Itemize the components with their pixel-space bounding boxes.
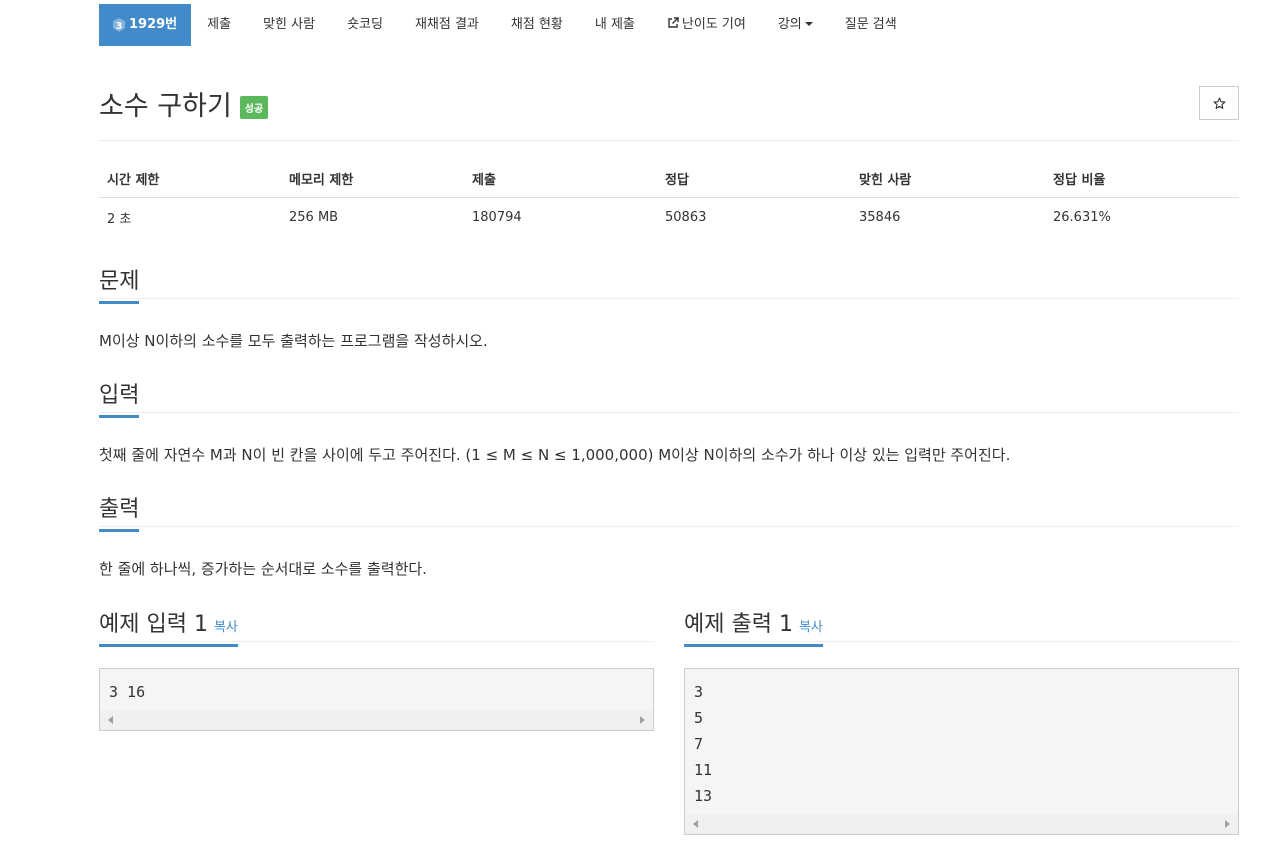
input-heading: 입력 [99, 377, 140, 418]
value-accepted: 50863 [665, 210, 707, 225]
nav-lectures-dropdown[interactable]: 강의 [762, 4, 829, 46]
nav-my-submissions[interactable]: 내 제출 [579, 4, 651, 46]
sample-output-box[interactable]: 3 5 7 11 13 [684, 668, 1239, 835]
problem-page: 3 1929번 제출 맞힌 사람 숏코딩 재채점 결과 채점 현황 내 제출 난… [0, 0, 1262, 847]
nav-short-coding[interactable]: 숏코딩 [331, 4, 399, 46]
sample-output-scrollbar[interactable] [685, 814, 1238, 834]
nav-problem-id-label: 1929번 [129, 17, 178, 32]
sample-output-header: 예제 출력 1 복사 [684, 606, 1239, 647]
header-time-limit: 시간 제한 [99, 160, 281, 198]
scroll-left-icon[interactable] [108, 716, 113, 724]
nav-solved-users[interactable]: 맞힌 사람 [247, 4, 331, 46]
header-submissions: 제출 [464, 160, 657, 198]
favorite-star-button[interactable] [1199, 86, 1239, 120]
output-section-header: 출력 [99, 491, 1239, 532]
sample-output-heading: 예제 출력 1 복사 [684, 606, 823, 647]
star-icon [1213, 97, 1225, 109]
sample-output-content: 3 5 7 11 13 [694, 683, 713, 805]
nav-submit[interactable]: 제출 [191, 4, 247, 46]
value-submissions: 180794 [472, 210, 522, 225]
info-header-row: 시간 제한 메모리 제한 제출 정답 맞힌 사람 정답 비율 [99, 160, 1239, 198]
value-accept-ratio: 26.631% [1053, 210, 1111, 225]
problem-info-table: 시간 제한 메모리 제한 제출 정답 맞힌 사람 정답 비율 2 초 256 M… [99, 160, 1239, 237]
value-time-limit: 2 초 [107, 212, 132, 227]
input-section-header: 입력 [99, 377, 1239, 418]
sample-input-heading: 예제 입력 1 복사 [99, 606, 238, 647]
value-memory-limit: 256 MB [289, 210, 339, 225]
input-text: 첫째 줄에 자연수 M과 N이 빈 칸을 사이에 두고 주어진다. (1 ≤ M… [99, 446, 1011, 464]
description-section-header: 문제 [99, 263, 1239, 304]
header-solved-users: 맞힌 사람 [851, 160, 1045, 198]
title-row: 소수 구하기 성공 [99, 84, 269, 123]
svg-text:3: 3 [116, 21, 123, 32]
sample-input-header: 예제 입력 1 복사 [99, 606, 654, 647]
problem-nav: 3 1929번 제출 맞힌 사람 숏코딩 재채점 결과 채점 현황 내 제출 난… [99, 4, 913, 46]
sample-input-scrollbar[interactable] [100, 710, 653, 730]
output-heading: 출력 [99, 491, 140, 532]
status-badge: 성공 [239, 96, 269, 119]
output-text: 한 줄에 하나씩, 증가하는 순서대로 소수를 출력한다. [99, 560, 427, 578]
scroll-right-icon[interactable] [640, 716, 645, 724]
description-text: M이상 N이하의 소수를 모두 출력하는 프로그램을 작성하시오. [99, 332, 488, 350]
sample-input-title: 예제 입력 1 [99, 612, 208, 637]
nav-judge-status[interactable]: 채점 현황 [495, 4, 579, 46]
nav-problem-id[interactable]: 3 1929번 [99, 4, 192, 46]
title-divider [99, 140, 1239, 141]
sample-input-content: 3 16 [109, 683, 146, 701]
header-memory-limit: 메모리 제한 [281, 160, 464, 198]
value-solved-users: 35846 [859, 210, 901, 225]
copy-sample-input-button[interactable]: 복사 [214, 620, 238, 635]
nav-rejudge-results[interactable]: 재채점 결과 [399, 4, 495, 46]
sample-input-box[interactable]: 3 16 [99, 668, 654, 731]
scroll-left-icon[interactable] [693, 820, 698, 828]
info-value-row: 2 초 256 MB 180794 50863 35846 26.631% [99, 198, 1239, 238]
nav-lectures-label: 강의 [777, 17, 802, 32]
sample-output-title: 예제 출력 1 [684, 612, 793, 637]
description-heading: 문제 [99, 263, 140, 304]
external-link-icon [668, 17, 679, 28]
header-accept-ratio: 정답 비율 [1045, 160, 1239, 198]
copy-sample-output-button[interactable]: 복사 [799, 620, 823, 635]
nav-question-search[interactable]: 질문 검색 [829, 4, 913, 46]
nav-difficulty-contribution[interactable]: 난이도 기여 [651, 4, 762, 46]
header-accepted: 정답 [657, 160, 851, 198]
caret-down-icon [804, 22, 813, 26]
problem-title: 소수 구하기 [99, 91, 232, 122]
scroll-right-icon[interactable] [1225, 820, 1230, 828]
tier-icon: 3 [113, 18, 125, 32]
nav-difficulty-label: 난이도 기여 [681, 17, 746, 32]
